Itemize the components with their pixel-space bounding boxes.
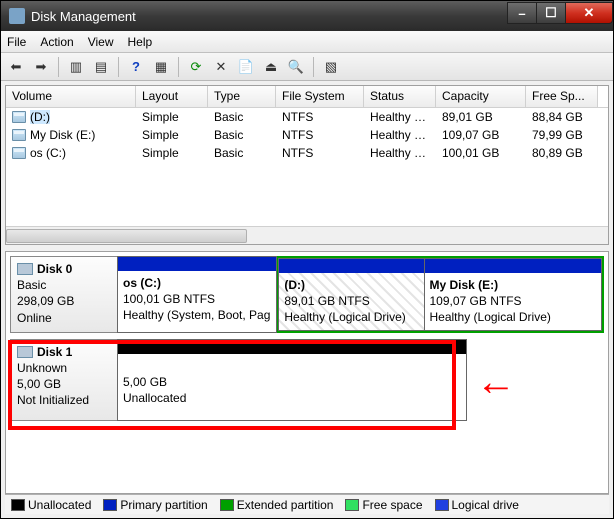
maximize-button[interactable]: ☐ [536, 2, 566, 24]
search-icon[interactable]: 🔍 [285, 56, 307, 78]
volume-row[interactable]: (D:)SimpleBasicNTFSHealthy (L...89,01 GB… [6, 108, 608, 126]
delete-icon[interactable]: ✕ [210, 56, 232, 78]
menubar: File Action View Help [1, 31, 613, 53]
help-icon[interactable]: ? [125, 56, 147, 78]
content-area: Volume Layout Type File System Status Ca… [1, 81, 613, 518]
toolbar: ⬅ ➡ ▥ ▤ ? ▦ ⟳ ✕ 📄 ⏏ 🔍 ▧ [1, 53, 613, 81]
volume-icon [12, 129, 26, 141]
menu-view[interactable]: View [88, 35, 114, 49]
partition-d[interactable]: (D:) 89,01 GB NTFS Healthy (Logical Driv… [278, 258, 424, 331]
col-status[interactable]: Status [364, 86, 436, 107]
disk1-label[interactable]: Disk 1 Unknown 5,00 GB Not Initialized [10, 339, 118, 421]
window-title: Disk Management [31, 9, 508, 24]
partition-os-c[interactable]: os (C:) 100,01 GB NTFS Healthy (System, … [117, 256, 277, 333]
col-filesystem[interactable]: File System [276, 86, 364, 107]
window: Disk Management – ☐ ✕ File Action View H… [0, 0, 614, 519]
legend: Unallocated Primary partition Extended p… [5, 494, 609, 514]
minimize-button[interactable]: – [507, 2, 537, 24]
show-hide-tree-button[interactable]: ▥ [65, 56, 87, 78]
eject-icon[interactable]: ⏏ [260, 56, 282, 78]
unallocated-stripe [118, 340, 466, 354]
disk-row-0: Disk 0 Basic 298,09 GB Online os (C:) 10… [10, 256, 604, 333]
primary-stripe [118, 257, 276, 271]
legend-primary: Primary partition [103, 498, 207, 512]
disk-icon [17, 346, 33, 358]
close-button[interactable]: ✕ [565, 2, 613, 24]
disk-row-1: Disk 1 Unknown 5,00 GB Not Initialized 5… [10, 339, 604, 421]
extended-partition: (D:) 89,01 GB NTFS Healthy (Logical Driv… [277, 256, 604, 333]
legend-unallocated: Unallocated [11, 498, 91, 512]
horizontal-scrollbar[interactable] [6, 226, 608, 244]
col-free[interactable]: Free Sp... [526, 86, 598, 107]
col-layout[interactable]: Layout [136, 86, 208, 107]
disk0-label[interactable]: Disk 0 Basic 298,09 GB Online [10, 256, 118, 333]
titlebar[interactable]: Disk Management – ☐ ✕ [1, 1, 613, 31]
partition-mydisk-e[interactable]: My Disk (E:) 109,07 GB NTFS Healthy (Log… [424, 258, 603, 331]
legend-free: Free space [345, 498, 422, 512]
disk-icon [17, 263, 33, 275]
col-volume[interactable]: Volume [6, 86, 136, 107]
volume-icon [12, 111, 26, 123]
show-hide-lower-button[interactable]: ▤ [90, 56, 112, 78]
properties-icon[interactable]: 📄 [235, 56, 257, 78]
legend-extended: Extended partition [220, 498, 334, 512]
logical-stripe [279, 259, 423, 273]
menu-file[interactable]: File [7, 35, 26, 49]
volume-row[interactable]: My Disk (E:)SimpleBasicNTFSHealthy (L...… [6, 126, 608, 144]
col-type[interactable]: Type [208, 86, 276, 107]
forward-button[interactable]: ➡ [30, 56, 52, 78]
graphical-view: Disk 0 Basic 298,09 GB Online os (C:) 10… [5, 251, 609, 494]
volume-icon [12, 147, 26, 159]
volume-list: Volume Layout Type File System Status Ca… [5, 85, 609, 245]
legend-logical: Logical drive [435, 498, 519, 512]
volume-row[interactable]: os (C:)SimpleBasicNTFSHealthy (S...100,0… [6, 144, 608, 162]
col-capacity[interactable]: Capacity [436, 86, 526, 107]
logical-stripe [425, 259, 602, 273]
menu-help[interactable]: Help [128, 35, 153, 49]
partition-unallocated[interactable]: 5,00 GB Unallocated [117, 339, 467, 421]
back-button[interactable]: ⬅ [5, 56, 27, 78]
app-icon [9, 8, 25, 24]
refresh-icon[interactable]: ⟳ [185, 56, 207, 78]
settings-icon[interactable]: ▧ [320, 56, 342, 78]
menu-action[interactable]: Action [40, 35, 73, 49]
tile-icon[interactable]: ▦ [150, 56, 172, 78]
